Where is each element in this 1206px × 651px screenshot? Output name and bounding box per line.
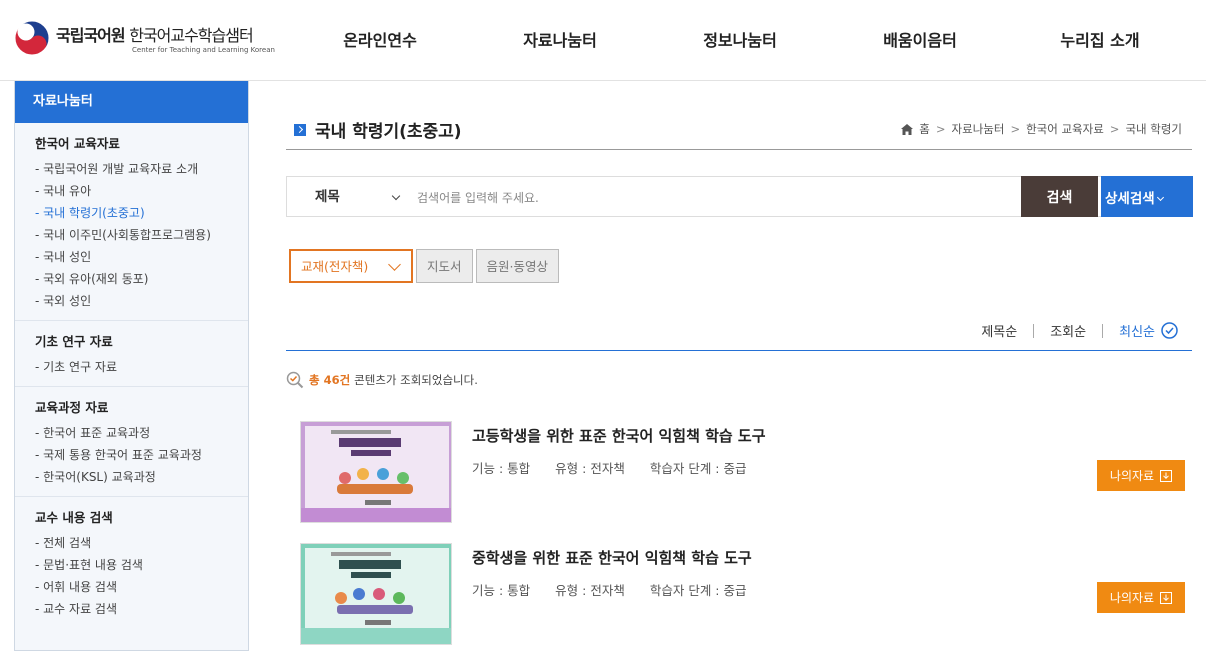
item-level: 학습자 단계 : 중급 (649, 583, 747, 598)
sort-by-title[interactable]: 제목순 (965, 321, 1033, 340)
sidebar-item-overseas-adult[interactable]: - 국외 성인 (35, 290, 248, 312)
sidebar-item-full-search[interactable]: - 전체 검색 (35, 532, 248, 554)
search-field-select[interactable]: 제목 (287, 177, 407, 216)
sort-divider-line (286, 350, 1192, 351)
detail-search-button[interactable]: 상세검색 (1101, 176, 1193, 217)
logo-english-name: Center for Teaching and Learning Korean (132, 46, 275, 54)
sidebar-item-ksl-curriculum[interactable]: - 한국어(KSL) 교육과정 (35, 466, 248, 488)
sidebar-group-heading[interactable]: 교육과정 자료 (35, 397, 248, 416)
sidebar-group-heading[interactable]: 교수 내용 검색 (35, 507, 248, 526)
sidebar-group-korean-materials: 한국어 교육자료 - 국립국어원 개발 교육자료 소개 - 국내 유아 - 국내… (15, 123, 248, 321)
nav-resource-sharing[interactable]: 자료나눔터 (470, 0, 650, 80)
book-cover-illustration (301, 422, 451, 522)
taegeuk-logo-icon (14, 20, 50, 56)
logo-org-name: 국립국어원 (56, 26, 126, 45)
detail-search-label: 상세검색 (1105, 190, 1155, 207)
book-cover-image[interactable] (300, 421, 452, 523)
sort-by-latest[interactable]: 최신순 (1103, 321, 1161, 340)
nav-learning-connect[interactable]: 배움이음터 (830, 0, 1010, 80)
sort-options: 제목순 조회순 최신순 (965, 321, 1178, 340)
home-icon (901, 123, 914, 135)
search-button[interactable]: 검색 (1021, 176, 1098, 217)
title-divider (286, 149, 1192, 150)
magnifier-icon (286, 371, 304, 389)
result-count-text: 콘텐츠가 조회되었습니다. (354, 373, 478, 387)
breadcrumb: 홈 > 자료나눔터 > 한국어 교육자료 > 국내 학령기 (901, 121, 1182, 137)
sidebar-item-international-curriculum[interactable]: - 국제 통용 한국어 표준 교육과정 (35, 444, 248, 466)
download-icon (1160, 469, 1173, 482)
site-header: 국립국어원 한국어교수학습샘터 Center for Teaching and … (0, 0, 1206, 81)
item-type: 유형 : 전자책 (555, 583, 625, 598)
my-materials-label: 나의자료 (1109, 591, 1155, 605)
sidebar: 자료나눔터 한국어 교육자료 - 국립국어원 개발 교육자료 소개 - 국내 유… (14, 81, 249, 651)
search-field-value: 제목 (315, 189, 340, 205)
item-function: 기능 : 통합 (472, 583, 531, 598)
material-type-tabs: 교재(전자책) 지도서 음원·동영상 (289, 249, 562, 283)
sidebar-item-grammar-search[interactable]: - 문법·표현 내용 검색 (35, 554, 248, 576)
sidebar-item-vocab-search[interactable]: - 어휘 내용 검색 (35, 576, 248, 598)
item-type: 유형 : 전자책 (555, 461, 625, 476)
my-materials-label: 나의자료 (1109, 469, 1155, 483)
sidebar-item-domestic-immigrant[interactable]: - 국내 이주민(사회통합프로그램용) (35, 224, 248, 246)
tab-guidebook[interactable]: 지도서 (416, 249, 473, 283)
sidebar-group-basic-research: 기초 연구 자료 - 기초 연구 자료 (15, 321, 248, 387)
sidebar-item-domestic-school-age[interactable]: - 국내 학령기(초중고) (35, 202, 248, 224)
breadcrumb-home[interactable]: 홈 (919, 121, 930, 137)
list-item: 중학생을 위한 표준 한국어 익힘책 학습 도구 기능 : 통합 유형 : 전자… (300, 543, 1192, 645)
book-cover-illustration (301, 544, 451, 644)
check-circle-icon (1161, 322, 1178, 339)
global-nav: 온라인연수 자료나눔터 정보나눔터 배움이음터 누리집 소개 (290, 0, 1190, 80)
sidebar-item-domestic-infant[interactable]: - 국내 유아 (35, 180, 248, 202)
sidebar-group-curriculum: 교육과정 자료 - 한국어 표준 교육과정 - 국제 통용 한국어 표준 교육과… (15, 387, 248, 497)
result-count-number: 총 46건 (309, 373, 351, 387)
page-title-area: 국내 학령기(초중고) (286, 117, 462, 142)
chevron-right-icon: > (1109, 122, 1120, 136)
download-icon (1160, 591, 1173, 604)
breadcrumb-resource-sharing[interactable]: 자료나눔터 (952, 121, 1005, 137)
page-title: 국내 학령기(초중고) (315, 122, 462, 142)
sidebar-group-teaching-search: 교수 내용 검색 - 전체 검색 - 문법·표현 내용 검색 - 어휘 내용 검… (15, 497, 248, 628)
sidebar-item-domestic-adult[interactable]: - 국내 성인 (35, 246, 248, 268)
sort-by-views[interactable]: 조회순 (1034, 321, 1102, 340)
item-function: 기능 : 통합 (472, 461, 531, 476)
chevron-down-icon (388, 258, 401, 271)
item-title[interactable]: 고등학생을 위한 표준 한국어 익힘책 학습 도구 (472, 425, 766, 446)
result-count: 총 46건 콘텐츠가 조회되었습니다. (286, 371, 478, 389)
item-level: 학습자 단계 : 중급 (649, 461, 747, 476)
chevron-right-icon: > (935, 122, 946, 136)
item-title[interactable]: 중학생을 위한 표준 한국어 익힘책 학습 도구 (472, 547, 752, 568)
sidebar-title: 자료나눔터 (15, 81, 248, 123)
title-bullet-icon (294, 123, 306, 136)
main-content: 국내 학령기(초중고) 홈 > 자료나눔터 > 한국어 교육자료 > 국내 학령… (286, 81, 1193, 651)
tab-ebook[interactable]: 교재(전자책) (289, 249, 413, 283)
list-item: 고등학생을 위한 표준 한국어 익힘책 학습 도구 기능 : 통합 유형 : 전… (300, 421, 1192, 523)
sidebar-item-basic-research[interactable]: - 기초 연구 자료 (35, 356, 248, 378)
my-materials-button[interactable]: 나의자료 (1097, 582, 1185, 613)
site-logo[interactable]: 국립국어원 한국어교수학습샘터 Center for Teaching and … (14, 18, 275, 58)
sidebar-item-material-search[interactable]: - 교수 자료 검색 (35, 598, 248, 620)
chevron-right-icon: > (1010, 122, 1021, 136)
tab-audio-video[interactable]: 음원·동영상 (475, 249, 559, 283)
book-cover-image[interactable] (300, 543, 452, 645)
chevron-down-icon (391, 191, 401, 201)
my-materials-button[interactable]: 나의자료 (1097, 460, 1185, 491)
search-bar: 제목 검색 상세검색 (286, 176, 1193, 217)
nav-about-site[interactable]: 누리집 소개 (1010, 0, 1190, 80)
tab-label: 교재(전자책) (301, 259, 369, 274)
item-meta: 기능 : 통합 유형 : 전자책 학습자 단계 : 중급 (472, 580, 771, 599)
sidebar-group-heading[interactable]: 한국어 교육자료 (35, 133, 248, 152)
sidebar-item-standard-curriculum[interactable]: - 한국어 표준 교육과정 (35, 422, 248, 444)
breadcrumb-current: 국내 학령기 (1125, 122, 1182, 136)
logo-site-name: 한국어교수학습샘터 (129, 26, 253, 45)
item-meta: 기능 : 통합 유형 : 전자책 학습자 단계 : 중급 (472, 458, 771, 477)
search-input[interactable] (415, 185, 1019, 211)
nav-info-sharing[interactable]: 정보나눔터 (650, 0, 830, 80)
chevron-down-icon (1156, 193, 1164, 201)
sidebar-group-heading[interactable]: 기초 연구 자료 (35, 331, 248, 350)
sidebar-item-nikl-materials[interactable]: - 국립국어원 개발 교육자료 소개 (35, 158, 248, 180)
sidebar-item-overseas-infant[interactable]: - 국외 유아(재외 동포) (35, 268, 248, 290)
breadcrumb-korean-materials[interactable]: 한국어 교육자료 (1026, 121, 1104, 137)
nav-online-training[interactable]: 온라인연수 (290, 0, 470, 80)
